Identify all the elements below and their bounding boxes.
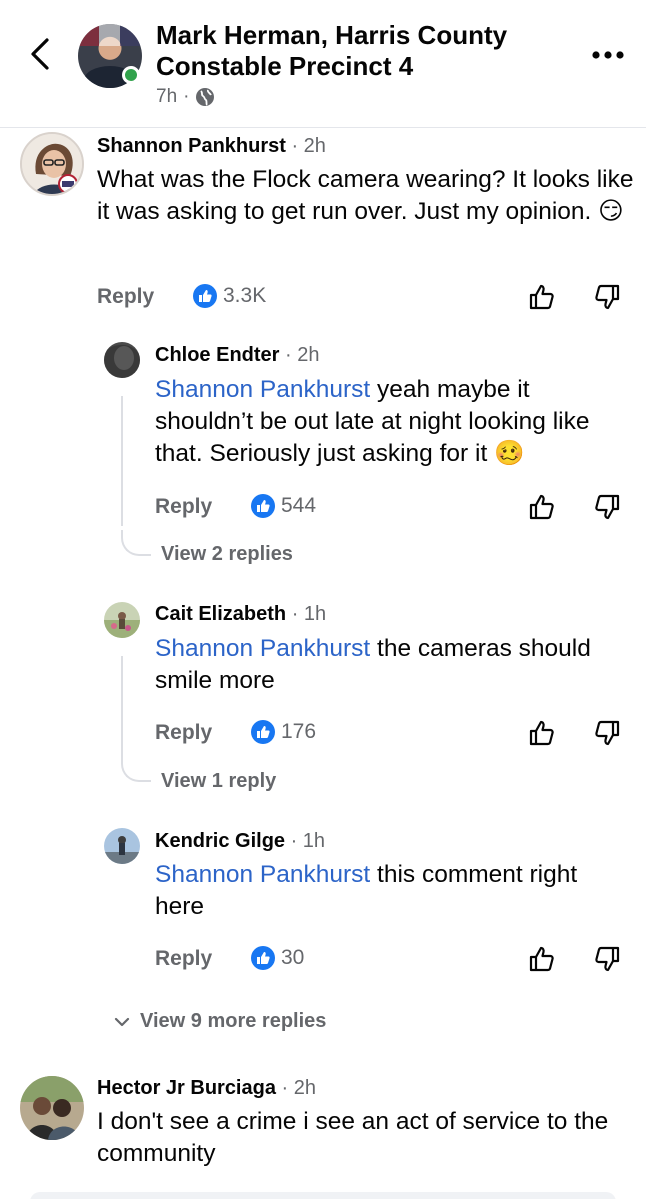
comment-author-line: Shannon Pankhurst · 2h <box>97 135 326 158</box>
comment-time: · 1h <box>291 603 327 625</box>
mention-link[interactable]: Shannon Pankhurst <box>155 861 370 888</box>
downvote-button[interactable] <box>592 718 622 748</box>
comment-author[interactable]: Shannon Pankhurst <box>97 135 286 157</box>
like-count[interactable]: 176 <box>251 720 316 744</box>
page-name[interactable]: Mark Herman, Harris County Constable Pre… <box>156 20 556 82</box>
view-replies-link[interactable]: View 1 reply <box>161 770 276 793</box>
like-count-value: 30 <box>281 946 305 969</box>
comment-composer[interactable] <box>30 1192 616 1199</box>
view-replies-link[interactable]: View 2 replies <box>161 543 293 566</box>
thread-connector <box>121 530 151 556</box>
downvote-button[interactable] <box>592 944 622 974</box>
view-more-replies-link[interactable]: View 9 more replies <box>114 1010 326 1033</box>
view-more-replies-label: View 9 more replies <box>140 1010 327 1032</box>
comment-author[interactable]: Chloe Endter <box>155 344 279 366</box>
comment-actions: Reply <box>155 718 212 748</box>
comment-actions: Reply <box>97 282 154 312</box>
comment-text: Shannon Pankhurst this comment right her… <box>155 859 615 923</box>
like-icon <box>251 946 275 970</box>
comment-time: · 2h <box>281 1077 316 1099</box>
thumbs-up-outline-icon <box>529 946 554 972</box>
comment-text: What was the Flock camera wearing? It lo… <box>97 166 634 225</box>
thumbs-up-outline-icon <box>529 494 554 520</box>
online-status-dot <box>122 66 140 84</box>
comment-time: · 2h <box>285 344 320 366</box>
comment-text: Shannon Pankhurst yeah maybe it shouldn’… <box>155 374 625 470</box>
chevron-left-icon <box>31 38 49 70</box>
post-time: 7h <box>156 86 178 107</box>
like-count-value: 3.3K <box>223 284 267 307</box>
thumbs-down-outline-icon <box>595 946 620 972</box>
comment-actions: Reply <box>155 944 212 974</box>
downvote-button[interactable] <box>592 282 622 312</box>
comment-text: Shannon Pankhurst the cameras should smi… <box>155 633 625 697</box>
like-count[interactable]: 544 <box>251 494 316 518</box>
avatar[interactable] <box>104 828 140 864</box>
like-icon <box>193 284 217 308</box>
upvote-button[interactable] <box>527 282 557 312</box>
thumbs-up-outline-icon <box>529 284 554 310</box>
like-count[interactable]: 30 <box>251 946 304 970</box>
like-count[interactable]: 3.3K <box>193 284 266 308</box>
back-button[interactable] <box>22 34 58 74</box>
like-count-value: 544 <box>281 494 317 517</box>
post-header: Mark Herman, Harris County Constable Pre… <box>0 0 646 128</box>
avatar[interactable] <box>104 602 140 638</box>
more-options-button[interactable] <box>588 40 628 70</box>
thumbs-down-outline-icon <box>595 720 620 746</box>
thread-line <box>121 656 123 756</box>
reply-button[interactable]: Reply <box>97 285 154 309</box>
more-horizontal-icon <box>592 51 624 59</box>
thumbs-down-outline-icon <box>595 494 620 520</box>
upvote-button[interactable] <box>527 944 557 974</box>
comment-author-line: Chloe Endter · 2h <box>155 344 319 367</box>
like-count-value: 176 <box>281 720 317 743</box>
thread-connector <box>121 756 151 782</box>
comment-author-line: Cait Elizabeth · 1h <box>155 603 326 626</box>
comment-author[interactable]: Cait Elizabeth <box>155 603 286 625</box>
reply-button[interactable]: Reply <box>155 495 212 519</box>
chevron-down-icon <box>114 1017 130 1026</box>
upvote-button[interactable] <box>527 718 557 748</box>
thread-line <box>121 396 123 526</box>
avatar[interactable] <box>20 132 84 196</box>
avatar[interactable] <box>20 1076 84 1140</box>
like-icon <box>251 494 275 518</box>
comment-actions: Reply <box>155 492 212 522</box>
mention-link[interactable]: Shannon Pankhurst <box>155 376 370 403</box>
comment-time: · 1h <box>290 830 326 852</box>
comment-author[interactable]: Kendric Gilge <box>155 830 285 852</box>
like-icon <box>251 720 275 744</box>
thumbs-down-outline-icon <box>595 284 620 310</box>
avatar[interactable] <box>104 342 140 378</box>
reply-button[interactable]: Reply <box>155 721 212 745</box>
comment-author[interactable]: Hector Jr Burciaga <box>97 1077 276 1099</box>
upvote-button[interactable] <box>527 492 557 522</box>
thumbs-up-outline-icon <box>529 720 554 746</box>
meta-separator: · <box>183 86 190 107</box>
mention-link[interactable]: Shannon Pankhurst <box>155 635 370 662</box>
comment-text: I don't see a crime i see an act of serv… <box>97 1108 609 1167</box>
globe-icon <box>196 88 215 106</box>
post-meta: 7h · <box>156 86 215 108</box>
comment-author-line: Kendric Gilge · 1h <box>155 830 325 853</box>
comment-author-line: Hector Jr Burciaga · 2h <box>97 1077 316 1100</box>
reply-button[interactable]: Reply <box>155 947 212 971</box>
downvote-button[interactable] <box>592 492 622 522</box>
comment-time: · 2h <box>291 135 326 157</box>
